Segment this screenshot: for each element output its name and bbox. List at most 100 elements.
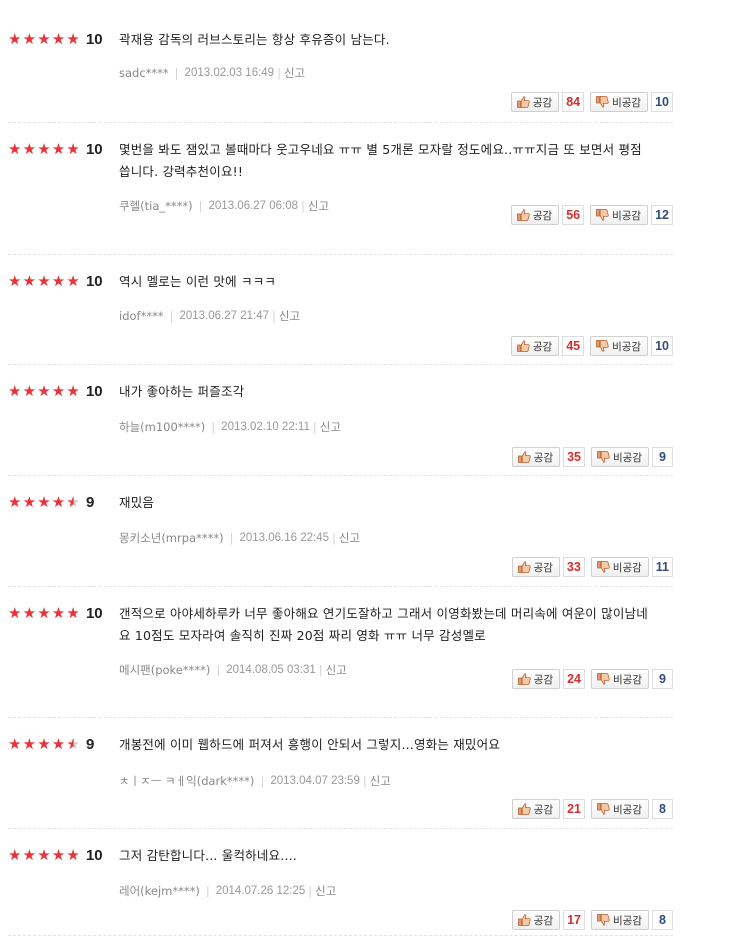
dislike-button[interactable]: 비공감 [591, 910, 649, 930]
star-icon: ★ [51, 493, 66, 511]
star-icon: ★ [22, 735, 37, 753]
like-button[interactable]: 공감 [511, 799, 561, 819]
divider: | [331, 531, 336, 545]
dislike-label: 비공감 [613, 803, 642, 816]
reviewer-name[interactable]: 하늘(m100****) [119, 419, 205, 435]
like-label: 공감 [532, 209, 553, 222]
dislike-button[interactable]: 비공감 [590, 336, 649, 356]
like-button[interactable]: 공감 [511, 669, 561, 689]
vote-buttons: 공감 24 비공감 9 [511, 669, 673, 689]
like-label: 공감 [533, 561, 553, 574]
vote-buttons: 공감 17 비공감 8 [511, 910, 673, 930]
star-icon: ★ [51, 382, 66, 400]
like-count: 24 [563, 669, 586, 689]
report-link[interactable]: 신고 [320, 419, 341, 435]
dislike-button[interactable]: 비공감 [591, 669, 649, 689]
star-icon: ★ [37, 735, 51, 753]
dislike-count: 8 [652, 910, 673, 930]
star-icon: ★ [51, 272, 66, 290]
thumbs-down-icon [596, 561, 610, 573]
rating-score: 10 [85, 847, 103, 864]
review-text: 곽재용 감독의 러브스토리는 항상 후유증이 남는다. [119, 32, 390, 47]
dislike-count: 12 [651, 205, 673, 225]
review-meta: 몽키소년(mrpa****) | 2013.06.16 22:45 | 신고 [119, 530, 360, 546]
dislike-button[interactable]: 비공감 [591, 799, 649, 819]
star-rating: ★ ★ ★ ★ ★ 10 [8, 141, 103, 158]
like-label: 공감 [533, 914, 554, 927]
star-icon: ★ [37, 382, 51, 400]
review-meta: idof**** | 2013.06.27 21:47 | 신고 [119, 308, 300, 324]
thumbs-up-icon [517, 914, 531, 926]
reviewer-name[interactable]: idof**** [119, 309, 164, 323]
star-icon: ★ [51, 140, 66, 158]
star-rating: ★ ★ ★ ★ ★ 9 [8, 494, 94, 511]
star-rating: ★ ★ ★ ★ ★ 10 [8, 383, 103, 400]
dislike-button[interactable]: 비공감 [590, 557, 649, 577]
reviewer-name[interactable]: ㅊㅣㅈㅡ ㅋㅔ익(dark****) [119, 773, 254, 789]
report-link[interactable]: 신고 [370, 773, 391, 789]
star-icon: ★ [51, 30, 66, 48]
star-icon: ★ [8, 604, 22, 622]
dislike-count: 11 [651, 557, 673, 577]
rating-score: 10 [85, 605, 103, 622]
vote-buttons: 공감 33 비공감 11 [511, 557, 673, 577]
review-text: 재밌음 [119, 495, 155, 510]
dislike-button[interactable]: 비공감 [590, 92, 649, 112]
dislike-count: 10 [651, 336, 673, 356]
review-meta: 메시팬(poke****) | 2014.08.05 03:31 | 신고 [119, 662, 347, 678]
review-item: ★ ★ ★ ★ ★ 10 몇번을 봐도 잼있고 볼때마다 웃고우네요 ㅠㅠ 별 … [8, 123, 673, 255]
dislike-label: 비공감 [613, 451, 642, 464]
divider: | [277, 66, 281, 80]
report-link[interactable]: 신고 [284, 65, 305, 81]
report-link[interactable]: 신고 [326, 662, 347, 678]
thumbs-up-icon [516, 96, 530, 108]
reviewer-name[interactable]: sadc**** [119, 66, 169, 80]
star-icon: ★ [37, 604, 51, 622]
review-meta: 레어(kejm****) | 2014.07.26 12:25 | 신고 [119, 883, 336, 899]
like-button[interactable]: 공감 [510, 92, 560, 112]
dislike-button[interactable]: 비공감 [590, 205, 649, 225]
like-button[interactable]: 공감 [511, 557, 560, 577]
star-icon: ★ [66, 30, 80, 48]
vote-buttons: 공감 21 비공감 8 [511, 799, 673, 819]
star-rating: ★ ★ ★ ★ ★ 10 [8, 273, 103, 290]
thumbs-down-icon [597, 673, 610, 685]
dislike-button[interactable]: 비공감 [591, 447, 649, 467]
like-label: 공감 [533, 451, 554, 464]
dislike-label: 비공감 [612, 561, 642, 574]
reviewer-name[interactable]: 레어(kejm****) [119, 883, 200, 899]
review-text: 그저 감탄합니다... 울컥하네요.... [119, 848, 297, 863]
reviewer-name[interactable]: 메시팬(poke****) [119, 662, 210, 678]
star-icon: ★ [37, 30, 51, 48]
report-link[interactable]: 신고 [339, 530, 360, 546]
divider: | [229, 531, 234, 545]
like-button[interactable]: 공감 [510, 336, 560, 356]
report-link[interactable]: 신고 [315, 883, 336, 899]
thumbs-up-icon [517, 673, 531, 685]
dislike-label: 비공감 [612, 340, 642, 353]
star-icon: ★ [51, 735, 66, 753]
thumbs-down-icon [597, 914, 610, 926]
like-button[interactable]: 공감 [510, 205, 560, 225]
reviewer-name[interactable]: 몽키소년(mrpa****) [119, 530, 224, 546]
like-button[interactable]: 공감 [511, 910, 561, 930]
dislike-count: 9 [652, 447, 673, 467]
reviewer-name[interactable]: 쿠헬(tia_****) [119, 198, 193, 214]
thumbs-up-icon [516, 340, 530, 352]
star-icon: ★ [8, 30, 22, 48]
like-button[interactable]: 공감 [511, 447, 561, 467]
report-link[interactable]: 신고 [279, 308, 300, 324]
review-item: ★ ★ ★ ★ ★ 10 역시 멜로는 이런 맛에 ㅋㅋㅋ idof**** |… [8, 255, 673, 365]
divider: | [260, 774, 265, 788]
like-count: 84 [562, 92, 585, 112]
star-icon: ★ [66, 493, 80, 511]
review-date: 2013.02.10 22:11 [221, 421, 310, 433]
divider: | [308, 884, 313, 898]
review-meta: 하늘(m100****) | 2013.02.10 22:11 | 신고 [119, 419, 341, 435]
star-icon: ★ [8, 846, 22, 864]
star-icon: ★ [66, 735, 80, 753]
star-icon: ★ [8, 382, 22, 400]
report-link[interactable]: 신고 [308, 198, 329, 214]
dislike-label: 비공감 [613, 673, 642, 686]
divider: | [312, 420, 317, 434]
